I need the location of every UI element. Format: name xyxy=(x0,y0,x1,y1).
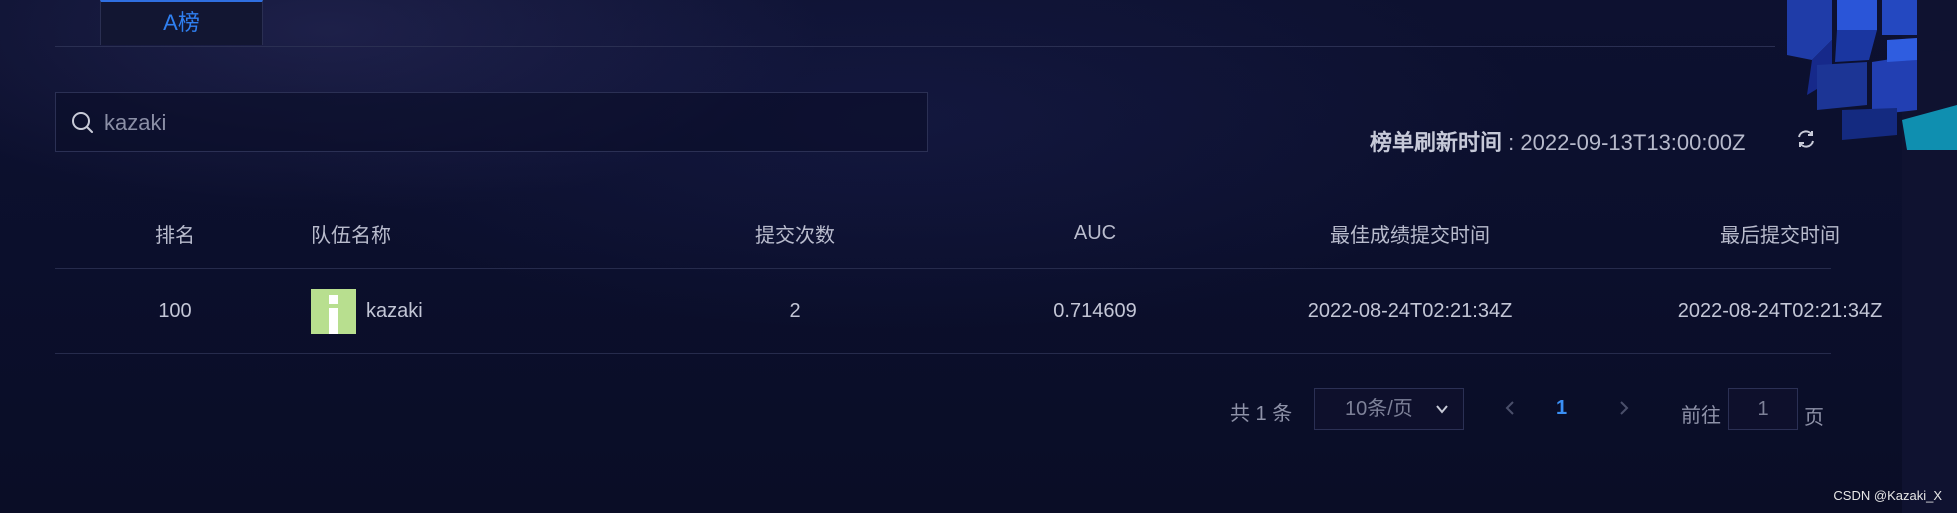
search-input[interactable] xyxy=(102,93,906,153)
tab-a-board[interactable]: A榜 xyxy=(100,0,263,45)
refresh-time-value: 2022-09-13T13:00:00Z xyxy=(1520,130,1746,155)
header-team-name: 队伍名称 xyxy=(311,224,391,247)
pagination-total: 共 1 条 xyxy=(1230,403,1293,425)
chevron-right-icon[interactable] xyxy=(1614,398,1634,418)
goto-suffix: 页 xyxy=(1804,407,1824,429)
refresh-time-label: 榜单刷新时间 xyxy=(1370,130,1503,155)
cell-team: kazaki xyxy=(311,269,631,353)
page-size-value: 10条/页 xyxy=(1345,398,1413,420)
cell-last-submit-time: 2022-08-24T02:21:34Z xyxy=(1677,299,1883,322)
page-size-select[interactable]: 10条/页 xyxy=(1314,388,1464,430)
page-number-current[interactable]: 1 xyxy=(1556,397,1567,420)
cell-best-submit-time: 2022-08-24T02:21:34Z xyxy=(1307,299,1513,322)
goto-page-input[interactable] xyxy=(1728,388,1798,430)
refresh-time: 榜单刷新时间 : 2022-09-13T13:00:00Z xyxy=(1370,125,1745,157)
leaderboard-table: 排名 队伍名称 提交次数 AUC 最佳成绩提交时间 最后提交时间 100 kaz… xyxy=(55,198,1882,354)
chevron-down-icon xyxy=(1436,405,1448,414)
header-auc: AUC xyxy=(1073,221,1117,244)
search-icon xyxy=(72,112,93,133)
avatar xyxy=(311,288,356,334)
table-row: 100 kazaki 2 0.714609 2022-08-24T02:21:3… xyxy=(55,269,1882,354)
refresh-icon[interactable] xyxy=(1795,128,1817,150)
chevron-left-icon[interactable] xyxy=(1500,398,1520,418)
decorative-blocks-graphic xyxy=(1787,0,1957,150)
table-header-row: 排名 队伍名称 提交次数 AUC 最佳成绩提交时间 最后提交时间 xyxy=(55,198,1840,269)
header-last-submit-time: 最后提交时间 xyxy=(1720,224,1840,247)
cell-rank: 100 xyxy=(158,299,192,322)
tab-bar: A榜 xyxy=(55,0,1775,47)
cell-submit-count: 2 xyxy=(789,299,801,322)
goto-label: 前往 xyxy=(1681,405,1721,427)
header-best-submit-time: 最佳成绩提交时间 xyxy=(1330,224,1490,247)
search-box xyxy=(55,92,928,153)
cell-auc: 0.714609 xyxy=(1053,299,1137,322)
header-rank: 排名 xyxy=(155,224,195,247)
team-name: kazaki xyxy=(366,299,423,322)
refresh-time-separator: : xyxy=(1502,130,1521,155)
leaderboard-page: A榜 榜单刷新时间 : 2022-09-13T13:00:00Z 排名 队伍名称… xyxy=(0,0,1957,513)
watermark: CSDN @Kazaki_X xyxy=(1833,488,1942,503)
header-submit-count: 提交次数 xyxy=(755,224,835,247)
